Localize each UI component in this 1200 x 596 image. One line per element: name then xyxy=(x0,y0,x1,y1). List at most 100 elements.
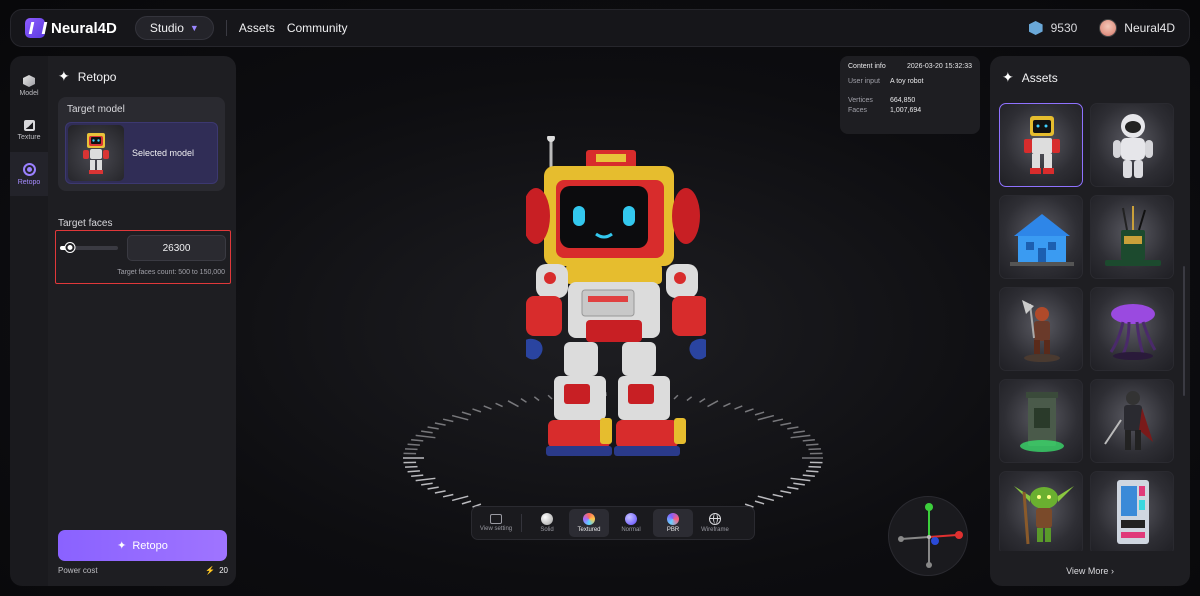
ring-tick xyxy=(806,470,819,473)
solid-label: Solid xyxy=(540,527,554,533)
ring-tick xyxy=(723,402,731,408)
ring-tick xyxy=(734,405,743,410)
chevron-right-icon: › xyxy=(1110,566,1114,576)
vertices-row: Vertices 664,850 xyxy=(848,97,972,104)
selected-model-card[interactable]: Selected model xyxy=(65,122,218,184)
ring-tick xyxy=(790,434,811,439)
texture-icon xyxy=(23,119,35,131)
assets-title: ✦ Assets xyxy=(1002,69,1058,86)
ring-tick xyxy=(415,477,436,482)
power-cost: Power cost ⚡ 20 xyxy=(58,566,228,575)
asset-tile-stone-pillar[interactable] xyxy=(999,379,1083,463)
view-toolbar: View setting Solid Textured Normal PBR W… xyxy=(471,506,755,540)
view-more-label: View More xyxy=(1066,566,1109,576)
target-faces-label: Target faces xyxy=(58,218,113,229)
slider-handle[interactable] xyxy=(65,243,75,252)
ring-tick xyxy=(427,426,439,430)
ring-tick xyxy=(434,490,446,494)
nav-community[interactable]: Community xyxy=(287,21,348,35)
ring-tick xyxy=(434,422,446,426)
view-setting-button[interactable]: View setting xyxy=(476,509,516,537)
target-faces-input[interactable] xyxy=(127,235,226,261)
asset-tile-toy-robot[interactable] xyxy=(999,103,1083,187)
cube-icon xyxy=(23,75,35,87)
ring-tick xyxy=(787,486,799,490)
selected-model-thumbnail xyxy=(68,125,124,181)
ring-tick xyxy=(507,400,519,408)
ring-tick xyxy=(790,477,811,482)
ring-tick xyxy=(780,422,792,426)
textured-sphere-icon xyxy=(583,513,595,525)
ring-tick xyxy=(451,495,469,502)
normal-mode-button[interactable]: Normal xyxy=(611,509,651,537)
studio-dropdown[interactable]: Studio ▼ xyxy=(134,16,214,40)
asset-tile-vending-machine[interactable] xyxy=(1090,471,1174,551)
ring-tick xyxy=(754,500,765,505)
assets-grid xyxy=(999,103,1177,551)
ring-tick xyxy=(495,402,503,408)
asset-tile-goblin[interactable] xyxy=(999,471,1083,551)
username: Neural4D xyxy=(1124,21,1175,35)
wireframe-mode-button[interactable]: Wireframe xyxy=(695,509,735,537)
lightning-icon: ⚡ xyxy=(205,566,216,575)
ring-tick xyxy=(744,408,754,413)
wireframe-label: Wireframe xyxy=(701,527,729,533)
vertices-label: Vertices xyxy=(848,97,873,104)
normal-label: Normal xyxy=(621,527,641,533)
asset-tile-astronaut[interactable] xyxy=(1090,103,1174,187)
target-model-label: Target model xyxy=(67,104,125,115)
nav-assets[interactable]: Assets xyxy=(239,21,275,35)
asset-tile-pen-holder[interactable] xyxy=(1090,195,1174,279)
ring-tick xyxy=(405,465,418,468)
faces-row: Faces 1,007,694 xyxy=(848,107,972,114)
logo[interactable]: Neural4D xyxy=(25,18,117,38)
asset-tile-blue-house[interactable] xyxy=(999,195,1083,279)
axis-gizmo[interactable] xyxy=(888,496,968,576)
ring-tick xyxy=(754,411,765,416)
ring-tick xyxy=(808,448,821,451)
credits-balance[interactable]: 9530 xyxy=(1028,21,1078,35)
assets-scrollbar[interactable] xyxy=(1183,266,1185,396)
power-cost-amount: ⚡ 20 xyxy=(205,566,228,575)
ring-tick xyxy=(411,439,424,442)
user-input-label: User input xyxy=(848,78,880,85)
assets-panel: ✦ Assets View More › xyxy=(990,56,1190,586)
ring-tick xyxy=(772,493,784,498)
ring-tick xyxy=(707,400,719,408)
pbr-mode-button[interactable]: PBR xyxy=(653,509,693,537)
asset-tile-purple-jellyfish[interactable] xyxy=(1090,287,1174,371)
ring-tick xyxy=(793,482,805,486)
credits-value: 9530 xyxy=(1050,21,1078,35)
user-input-value: A toy robot xyxy=(890,78,924,85)
avatar xyxy=(1099,19,1118,37)
solid-mode-button[interactable]: Solid xyxy=(527,509,567,537)
globe-icon xyxy=(709,513,721,525)
ring-tick xyxy=(461,500,472,505)
asset-tile-axe-warrior[interactable] xyxy=(999,287,1083,371)
rail-item-model[interactable]: Model xyxy=(10,64,48,108)
rail-item-texture[interactable]: Texture xyxy=(10,108,48,152)
ring-tick xyxy=(780,490,792,494)
app-root: Neural4D Studio ▼ Assets Community 9530 … xyxy=(0,0,1200,596)
retopo-button[interactable]: ✦ Retopo xyxy=(58,530,227,561)
view-setting-label: View setting xyxy=(479,526,513,532)
content-info-header: Content info 2026-03-20 15:32:33 xyxy=(848,63,972,70)
content-timestamp: 2026-03-20 15:32:33 xyxy=(907,63,972,70)
normal-sphere-icon xyxy=(625,513,637,525)
user-menu[interactable]: Neural4D xyxy=(1099,19,1175,37)
divider xyxy=(521,514,522,532)
view-more-link[interactable]: View More › xyxy=(990,566,1190,576)
ring-tick xyxy=(472,408,482,413)
vertices-value: 664,850 xyxy=(890,97,916,104)
pbr-label: PBR xyxy=(666,527,680,533)
target-faces-control: Target faces count: 500 to 150,000 xyxy=(55,230,231,284)
ring-tick xyxy=(793,430,805,434)
target-faces-slider[interactable] xyxy=(60,243,118,252)
retopo-icon xyxy=(22,162,36,176)
ring-tick xyxy=(787,426,799,430)
assets-title-text: Assets xyxy=(1021,70,1058,85)
textured-mode-button[interactable]: Textured xyxy=(569,509,609,537)
sparkle-icon: ✦ xyxy=(117,540,127,552)
rail-item-retopo[interactable]: Retopo xyxy=(10,152,48,196)
asset-tile-dark-knight[interactable] xyxy=(1090,379,1174,463)
